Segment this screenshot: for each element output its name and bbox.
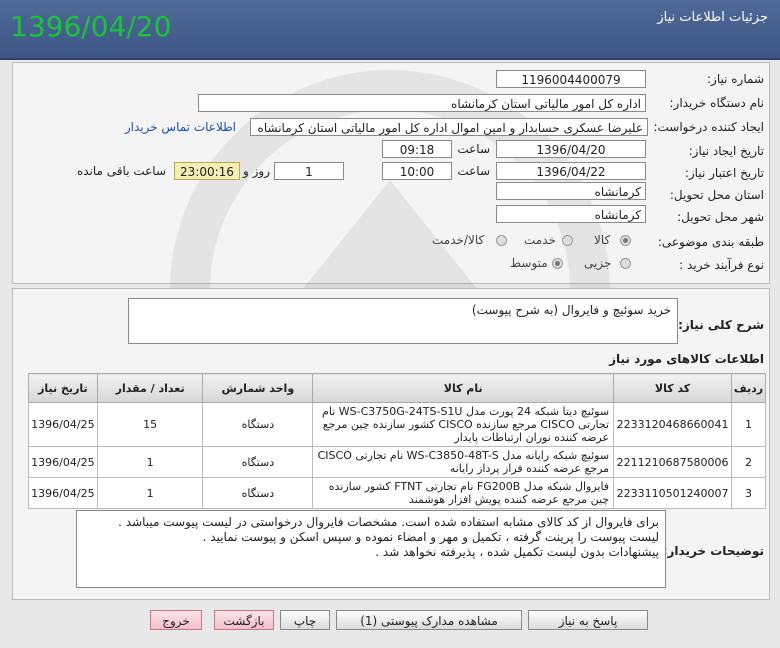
cell-date: 1396/04/25 — [28, 446, 98, 478]
cell-qty: 1 — [96, 477, 204, 509]
category-option-service: خدمت — [524, 233, 556, 247]
process-radio-medium[interactable] — [552, 258, 563, 269]
province-label: استان محل تحویل: — [669, 188, 764, 202]
buyer-notes-field: برای فایروال از کد کالای مشابه استفاده ش… — [76, 510, 666, 588]
category-radio-service[interactable] — [562, 235, 573, 246]
reply-button[interactable]: پاسخ به نیاز — [528, 610, 648, 630]
remaining-label: ساعت باقی مانده — [76, 164, 166, 178]
buyer-notes-line: برای فایروال از کد کالای مشابه استفاده ش… — [118, 515, 659, 529]
category-radio-goods[interactable] — [620, 235, 631, 246]
attachments-button[interactable]: مشاهده مدارک پیوستی (1) — [336, 610, 522, 630]
cell-unit: دستگاه — [202, 402, 314, 447]
page-title: جزئیات اطلاعات نیاز — [657, 10, 768, 25]
created-time-field: 09:18 — [382, 140, 452, 158]
city-label: شهر محل تحویل: — [677, 210, 764, 224]
created-date-field: 1396/04/20 — [496, 140, 646, 158]
remaining-timer: 23:00:16 — [174, 162, 240, 180]
col-item-name: نام کالا — [312, 373, 615, 403]
cell-qty: 15 — [96, 402, 204, 447]
buyer-notes-line: لیست پیوست را پرینت گرفته ، تکمیل و مهر … — [202, 530, 659, 544]
summary-field: خرید سوئیچ و فایروال (به شرح پیوست) — [128, 298, 678, 344]
cell-code: 2233110501240007 — [613, 477, 733, 509]
cell-unit: دستگاه — [202, 477, 314, 509]
cell-unit: دستگاه — [202, 446, 314, 478]
print-button[interactable]: چاپ — [280, 610, 330, 630]
col-unit: واحد شمارش — [202, 373, 314, 403]
col-item-code: کد کالا — [613, 373, 733, 403]
table-row: 1396/04/25 1 دستگاه فایروال شبکه مدل FG2… — [28, 477, 766, 509]
process-label: نوع فرآیند خرید : — [679, 258, 764, 272]
col-quantity: تعداد / مقدار — [96, 373, 204, 403]
exit-button[interactable]: خروج — [150, 610, 202, 630]
cell-date: 1396/04/25 — [28, 402, 98, 447]
cell-code: 2211210687580006 — [613, 446, 733, 478]
cell-qty: 1 — [96, 446, 204, 478]
header-date: 1396/04/20 — [10, 10, 172, 43]
cell-code: 2233120468660041 — [613, 402, 733, 447]
created-date-label: تاریخ ایجاد نیاز: — [688, 144, 764, 158]
province-field: کرمانشاه — [496, 182, 646, 200]
items-table: تاریخ نیاز تعداد / مقدار واحد شمارش نام … — [28, 373, 766, 509]
creator-label: ایجاد کننده درخواست: — [653, 120, 764, 134]
table-row: 1396/04/25 15 دستگاه سوئیچ دیتا شبکه 24 … — [28, 402, 766, 447]
buyer-notes-label: توضیحات خریدار: — [662, 544, 764, 558]
page-header: 1396/04/20 جزئیات اطلاعات نیاز — [0, 0, 780, 60]
category-label: طبقه بندی موضوعی: — [657, 235, 764, 249]
buyer-label: نام دستگاه خریدار: — [669, 96, 765, 110]
cell-name: سوئیچ دیتا شبکه 24 پورت مدل WS-C3750G-24… — [312, 402, 615, 447]
cell-row: 2 — [731, 446, 766, 478]
cell-name: فایروال شبکه مدل FG200B نام تجارتی FTNT … — [312, 477, 615, 509]
process-option-medium: متوسط — [510, 256, 548, 270]
days-field: 1 — [274, 162, 344, 180]
validity-time-field: 10:00 — [382, 162, 452, 180]
cell-row: 1 — [731, 402, 766, 447]
category-option-goods: کالا — [594, 233, 611, 247]
col-need-date: تاریخ نیاز — [28, 373, 98, 403]
creator-field: علیرضا عسکری حسابدار و امین اموال اداره … — [250, 118, 648, 136]
need-number-label: شماره نیاز: — [707, 72, 764, 86]
validity-label: تاریخ اعتبار نیاز: — [684, 166, 764, 180]
need-number-field: 1196004400079 — [496, 70, 646, 88]
items-section-title: اطلاعات کالاهای مورد نیاز — [609, 352, 764, 366]
city-field: کرمانشاه — [496, 205, 646, 223]
category-radio-both[interactable] — [496, 235, 507, 246]
back-button[interactable]: بازگشت — [214, 610, 274, 630]
category-option-both: کالا/خدمت — [432, 233, 485, 247]
buyer-field: اداره کل امور مالیاتی استان کرمانشاه — [198, 94, 646, 112]
process-option-minor: جزیی — [584, 256, 612, 270]
cell-date: 1396/04/25 — [28, 477, 98, 509]
col-row: ردیف — [731, 373, 766, 403]
process-radio-minor[interactable] — [620, 258, 631, 269]
days-label: روز و — [243, 164, 270, 178]
created-time-label: ساعت — [457, 142, 490, 156]
summary-label: شرح کلی نیاز: — [678, 318, 764, 332]
table-row: 1396/04/25 1 دستگاه سوئیچ شبکه رایانه مد… — [28, 446, 766, 478]
validity-time-label: ساعت — [457, 164, 490, 178]
cell-name: سوئیچ شبکه رایانه مدل WS-C3850-48T-S نام… — [312, 446, 615, 478]
cell-row: 3 — [731, 477, 766, 509]
contact-buyer-link[interactable]: اطلاعات تماس خریدار — [125, 120, 236, 134]
validity-date-field: 1396/04/22 — [496, 162, 646, 180]
buyer-notes-line: پیشنهادات بدون لیست تکمیل شده ، پذیرفته … — [375, 545, 659, 559]
